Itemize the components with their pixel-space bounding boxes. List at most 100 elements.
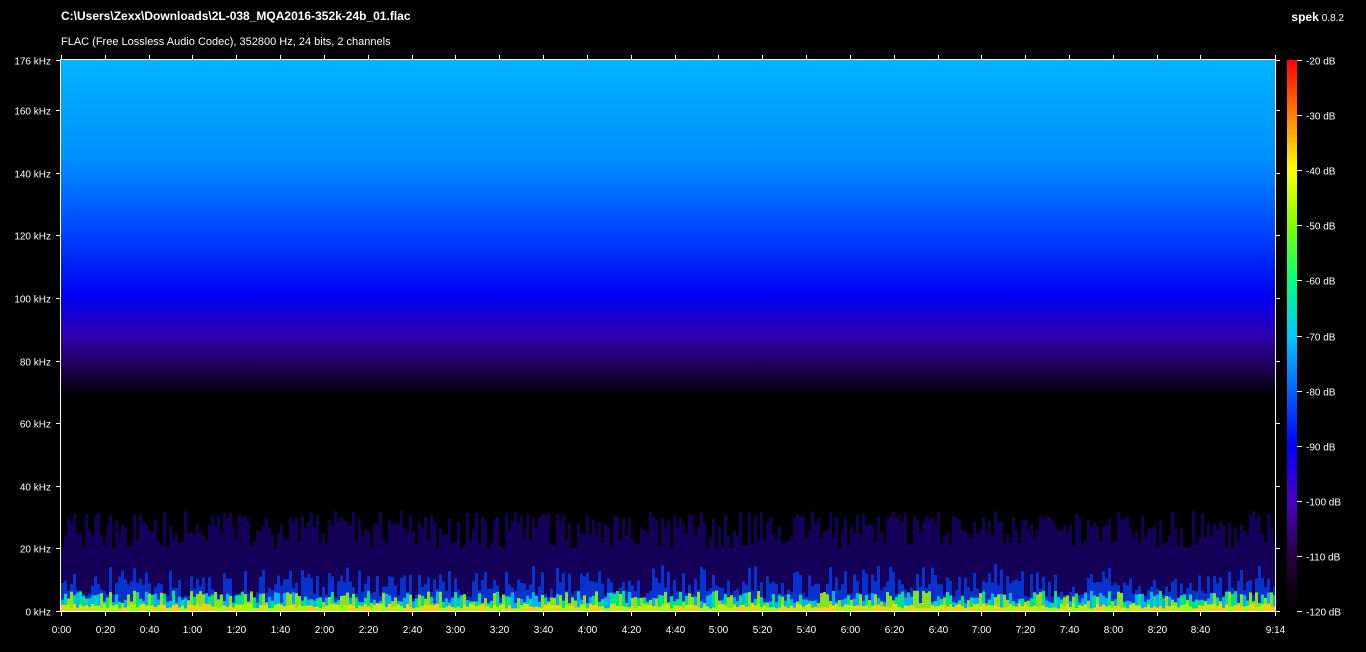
content-band	[415, 607, 418, 611]
content-band	[1000, 607, 1003, 611]
content-band	[466, 606, 469, 611]
content-band	[928, 591, 931, 611]
content-band	[73, 603, 76, 611]
content-band	[589, 603, 592, 611]
content-band	[973, 604, 976, 611]
x-tick-label: 8:00	[1104, 625, 1124, 636]
spectrogram-chart: 0 kHz 20 kHz 40 kHz 60 kHz 80 kHz 100 kHz 120 …	[14, 55, 1341, 636]
content-band	[709, 608, 712, 611]
content-band	[1183, 604, 1186, 611]
content-band	[1228, 606, 1231, 611]
content-band	[427, 605, 430, 611]
y-tick-label: 0 kHz	[25, 608, 51, 619]
x-tick-label: 5:00	[709, 625, 729, 636]
content-band	[67, 604, 70, 611]
content-band	[286, 605, 289, 611]
content-band	[1180, 605, 1183, 611]
content-band	[967, 607, 970, 611]
content-band	[511, 608, 514, 611]
content-band	[178, 607, 181, 611]
x-tick-label: 2:20	[359, 625, 379, 636]
content-band	[928, 608, 931, 611]
content-band	[376, 603, 379, 611]
content-band	[544, 604, 547, 611]
content-band	[853, 605, 856, 611]
content-band	[79, 604, 82, 611]
content-band	[550, 605, 553, 611]
content-band	[364, 603, 367, 611]
content-band	[457, 606, 460, 611]
content-band	[940, 604, 943, 611]
content-band	[1078, 605, 1081, 611]
content-band	[880, 606, 883, 611]
content-band	[904, 605, 907, 611]
content-band	[730, 608, 733, 611]
content-band	[511, 592, 514, 611]
x-tick-label: 1:20	[227, 625, 247, 636]
content-band	[1105, 606, 1108, 611]
content-band	[814, 606, 817, 611]
content-band	[1045, 607, 1048, 611]
content-band	[313, 606, 316, 611]
content-band	[280, 604, 283, 611]
content-band	[889, 607, 892, 611]
content-band	[688, 605, 691, 611]
content-band	[334, 511, 337, 611]
content-band	[334, 604, 337, 611]
content-band	[508, 605, 511, 611]
content-band	[1015, 606, 1018, 611]
content-band	[250, 603, 253, 611]
content-band	[838, 607, 841, 611]
content-band	[910, 605, 913, 611]
content-band	[316, 606, 319, 611]
content-band	[502, 604, 505, 611]
x-tick-label: 6:40	[929, 625, 949, 636]
content-band	[169, 607, 172, 611]
x-tick-label: 2:40	[403, 625, 423, 636]
content-band	[643, 603, 646, 611]
content-band	[1189, 606, 1192, 611]
content-band	[1021, 606, 1024, 611]
content-band	[400, 605, 403, 611]
content-band	[1198, 605, 1201, 611]
content-band	[1237, 604, 1240, 611]
content-band	[256, 608, 259, 611]
content-band	[997, 607, 1000, 611]
content-band	[655, 605, 658, 611]
content-band	[247, 603, 250, 611]
content-band	[1024, 604, 1027, 611]
content-band	[196, 604, 199, 611]
content-band	[229, 604, 232, 611]
x-tick-label: 6:20	[885, 625, 905, 636]
content-band	[976, 603, 979, 611]
content-band	[781, 604, 784, 611]
x-tick-label: 1:40	[271, 625, 291, 636]
content-band	[583, 605, 586, 611]
content-band	[961, 606, 964, 611]
y-tick-label: 40 kHz	[20, 483, 51, 494]
content-band	[694, 605, 697, 611]
content-band	[151, 605, 154, 611]
content-band	[637, 605, 640, 611]
content-band	[748, 606, 751, 611]
y-tick-label: 100 kHz	[14, 295, 51, 306]
content-band	[199, 606, 202, 611]
content-band	[1075, 607, 1078, 611]
content-band	[1249, 604, 1252, 611]
content-band	[913, 607, 916, 611]
content-band	[1255, 607, 1258, 611]
content-band	[1210, 604, 1213, 611]
content-band	[184, 608, 187, 611]
content-band	[277, 603, 280, 611]
content-band	[646, 604, 649, 611]
content-band	[367, 606, 370, 611]
content-band	[631, 605, 634, 611]
content-band	[901, 608, 904, 611]
content-band	[847, 604, 850, 611]
content-band	[598, 606, 601, 611]
content-band	[448, 605, 451, 611]
content-band	[478, 605, 481, 611]
x-tick-label: 7:20	[1016, 625, 1036, 636]
content-band	[622, 606, 625, 611]
content-band	[445, 606, 448, 611]
